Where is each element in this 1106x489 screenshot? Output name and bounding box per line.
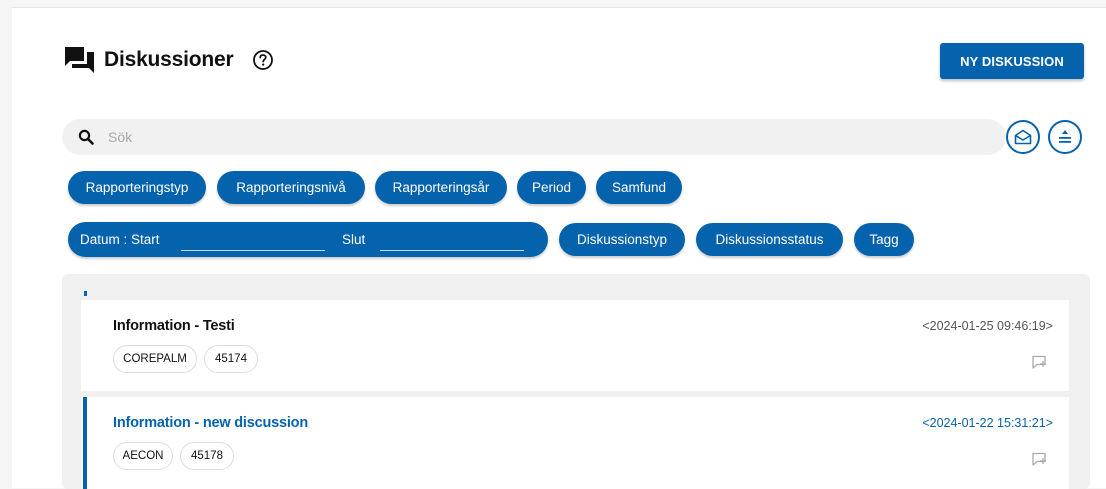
selection-bar	[83, 397, 87, 489]
page-title: Diskussioner	[104, 48, 234, 71]
date-end-input[interactable]	[380, 250, 524, 251]
sort-icon	[1059, 130, 1071, 143]
search-bar	[62, 119, 1006, 155]
filter-diskussionstyp[interactable]: Diskussionstyp	[559, 223, 685, 256]
date-range-filter: Datum : Start Slut	[68, 222, 548, 257]
discussion-icon	[65, 47, 94, 73]
tag-chip: COREPALM	[113, 345, 197, 373]
discussion-timestamp: <2024-01-25 09:46:19>	[922, 319, 1053, 333]
filter-rapporteringsar[interactable]: Rapporteringsår	[375, 171, 507, 204]
page-header: Diskussioner	[64, 44, 274, 76]
discussion-timestamp: <2024-01-22 15:31:21>	[922, 416, 1053, 430]
filter-tagg[interactable]: Tagg	[854, 223, 914, 256]
filter-period[interactable]: Period	[517, 171, 586, 204]
tag-chip: AECON	[113, 442, 173, 470]
discussions-panel: Diskussioner NY DISKUSSION Rapporterings…	[12, 7, 1106, 489]
discussion-title: Information - new discussion	[113, 415, 308, 431]
mark-read-button[interactable]	[1006, 120, 1040, 154]
help-icon[interactable]	[252, 49, 274, 71]
discussion-title: Information - Testi	[113, 318, 235, 334]
filter-diskussionsstatus[interactable]: Diskussionsstatus	[696, 223, 843, 256]
tag-chip: 45174	[204, 345, 258, 373]
reply-icon[interactable]	[1031, 452, 1047, 466]
date-start-label: Datum : Start	[80, 232, 160, 247]
new-discussion-button[interactable]: NY DISKUSSION	[940, 43, 1084, 79]
discussion-item[interactable]: Information - Testi <2024-01-25 09:46:19…	[81, 300, 1069, 391]
filter-rapporteringsniva[interactable]: Rapporteringsnivå	[217, 171, 365, 204]
mail-open-icon	[1014, 129, 1032, 145]
filter-rapporteringstyp[interactable]: Rapporteringstyp	[68, 171, 206, 204]
date-start-input[interactable]	[181, 250, 325, 251]
tag-chip: 45178	[180, 442, 234, 470]
discussion-list: Information - Testi <2024-01-25 09:46:19…	[62, 274, 1090, 489]
search-input[interactable]	[108, 129, 808, 145]
filter-samfund[interactable]: Samfund	[596, 171, 682, 204]
reply-icon[interactable]	[1031, 355, 1047, 369]
discussion-item-selected[interactable]: Information - new discussion <2024-01-22…	[81, 397, 1069, 489]
sort-button[interactable]	[1048, 120, 1082, 154]
date-end-label: Slut	[342, 232, 366, 247]
scroll-indicator	[84, 291, 87, 296]
search-icon	[78, 129, 94, 145]
